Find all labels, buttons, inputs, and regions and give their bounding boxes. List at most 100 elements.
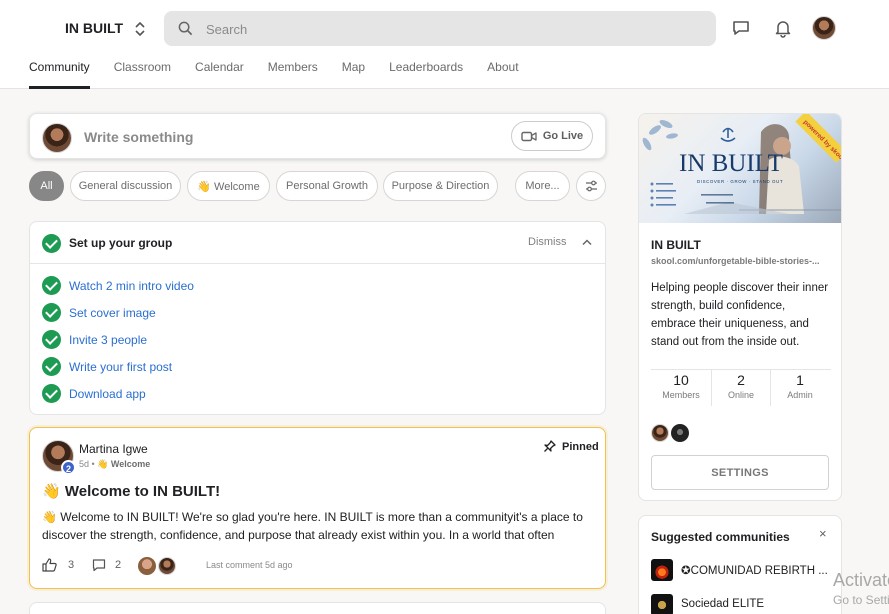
bell-icon[interactable] <box>773 18 793 38</box>
check-circle-icon <box>42 276 61 295</box>
check-circle-icon <box>42 303 61 322</box>
search-icon <box>178 21 193 36</box>
task-download-app[interactable]: Download app <box>69 387 146 401</box>
like-thumb-icon[interactable] <box>42 558 57 572</box>
chip-welcome[interactable]: 👋 Welcome <box>187 171 270 201</box>
watermark-line: Go to Settings to activate Windows. <box>833 593 889 607</box>
community-name: Sociedad ELITE <box>681 598 765 610</box>
tab-members[interactable]: Members <box>268 59 318 89</box>
post-composer[interactable]: Write something Go Live <box>29 113 606 159</box>
search-input[interactable] <box>206 17 686 41</box>
commenter-avatar[interactable] <box>138 557 156 575</box>
post-meta: 5d • 👋 Welcome <box>79 459 150 470</box>
stat-members-label: Members <box>662 390 700 400</box>
post-age: 5d <box>79 459 90 469</box>
group-description: Helping people discover their inner stre… <box>651 282 829 348</box>
post-body: 👋 Welcome to IN BUILT! We're so glad you… <box>42 508 594 544</box>
tab-calendar[interactable]: Calendar <box>195 59 244 89</box>
cover-logo-text: IN BUILT <box>679 150 783 177</box>
switch-group-chevron-icon[interactable] <box>133 20 147 38</box>
group-name[interactable]: IN BUILT <box>65 20 123 36</box>
post-body-line: discover the strength, confidence, and p… <box>42 528 555 542</box>
member-avatar[interactable] <box>651 424 669 442</box>
close-icon[interactable]: × <box>819 527 831 540</box>
last-comment-time: Last comment 5d ago <box>206 560 293 570</box>
comment-icon[interactable] <box>92 558 106 572</box>
suggested-community[interactable]: Sociedad ELITE <box>651 594 835 614</box>
setup-title: Set up your group <box>69 236 173 250</box>
chip-general-discussion[interactable]: General discussion <box>70 171 181 201</box>
post-title[interactable]: 👋 Welcome to IN BUILT! <box>42 482 220 500</box>
filter-settings-button[interactable] <box>576 171 606 201</box>
suggested-community[interactable]: ✪COMUNIDAD REBIRTH ... <box>651 559 835 581</box>
chip-personal-growth[interactable]: Personal Growth <box>276 171 378 201</box>
comment-count: 2 <box>115 559 122 571</box>
task-cover-image[interactable]: Set cover image <box>69 306 156 320</box>
composer-avatar <box>42 123 72 153</box>
dismiss-button[interactable]: Dismiss <box>528 236 567 248</box>
stat-admin-value: 1 <box>796 372 804 388</box>
group-cover-image[interactable]: IN BUILT DISCOVER · GROW · STAND OUT pow… <box>639 114 841 223</box>
check-circle-icon <box>42 384 61 403</box>
suggested-title: Suggested communities <box>651 530 790 544</box>
video-camera-icon <box>521 131 537 141</box>
like-count: 3 <box>68 559 75 571</box>
go-live-button[interactable]: Go Live <box>511 121 593 151</box>
commenter-avatar[interactable] <box>158 557 176 575</box>
stat-admin-label: Admin <box>787 390 813 400</box>
main-tabs: Community Classroom Calendar Members Map… <box>29 59 543 89</box>
top-bar: IN BUILT Community Classroom Calendar Me… <box>0 0 889 89</box>
cover-tagline: DISCOVER · GROW · STAND OUT <box>697 179 783 184</box>
group-url[interactable]: skool.com/unforgetable-bible-stories-... <box>651 256 820 266</box>
stat-admin[interactable]: 1 Admin <box>770 370 830 400</box>
tab-leaderboards[interactable]: Leaderboards <box>389 59 463 89</box>
tab-map[interactable]: Map <box>342 59 365 89</box>
cover-artwork: IN BUILT DISCOVER · GROW · STAND OUT pow… <box>642 114 841 214</box>
member-avatar[interactable] <box>671 424 689 442</box>
activate-windows-watermark: Activate Windows Go to Settings to activ… <box>833 570 889 614</box>
settings-button[interactable]: SETTINGS <box>651 455 829 490</box>
community-logo-icon <box>651 559 673 581</box>
stat-online-label: Online <box>727 390 754 400</box>
sliders-icon <box>585 180 597 192</box>
go-live-label: Go Live <box>542 130 584 142</box>
search-box[interactable] <box>164 11 716 46</box>
chat-icon[interactable] <box>731 18 751 38</box>
post-category[interactable]: 👋 Welcome <box>97 459 150 469</box>
composer-placeholder[interactable]: Write something <box>84 129 193 145</box>
tab-community[interactable]: Community <box>29 59 90 89</box>
stat-online-value: 2 <box>737 372 745 388</box>
check-circle-icon <box>42 234 61 253</box>
setup-checklist: Set up your group Dismiss Watch 2 min in… <box>29 221 606 415</box>
task-intro-video[interactable]: Watch 2 min intro video <box>69 279 194 293</box>
community-name: ✪COMUNIDAD REBIRTH ... <box>681 565 828 577</box>
watermark-line: Activate Windows <box>833 570 889 590</box>
post-footer: 3 2 Last comment 5d ago <box>42 557 602 575</box>
stat-members[interactable]: 10 Members <box>651 370 711 400</box>
group-title: IN BUILT <box>651 238 701 252</box>
tab-classroom[interactable]: Classroom <box>114 59 171 89</box>
task-invite-people[interactable]: Invite 3 people <box>69 333 147 347</box>
chip-all[interactable]: All <box>29 171 64 201</box>
pinned-indicator: Pinned <box>543 440 599 453</box>
tab-about[interactable]: About <box>487 59 518 89</box>
group-stats: 10 Members 2 Online 1 Admin <box>651 369 831 406</box>
suggested-communities: Suggested communities × ✪COMUNIDAD REBIR… <box>638 515 842 614</box>
setup-header[interactable]: Set up your group Dismiss <box>30 222 605 264</box>
next-post-card[interactable] <box>29 602 606 614</box>
task-first-post[interactable]: Write your first post <box>69 360 172 374</box>
chevron-up-icon[interactable] <box>581 238 593 246</box>
chip-more[interactable]: More... <box>515 171 570 201</box>
pinned-post[interactable]: 2 Martina Igwe 5d • 👋 Welcome Pinned 👋 W… <box>29 427 606 589</box>
check-circle-icon <box>42 357 61 376</box>
group-info-card: IN BUILT DISCOVER · GROW · STAND OUT pow… <box>638 113 842 501</box>
stat-online[interactable]: 2 Online <box>711 370 771 400</box>
level-badge: 2 <box>61 460 76 475</box>
pin-icon <box>544 440 556 452</box>
post-author[interactable]: Martina Igwe <box>79 442 148 456</box>
chip-purpose-direction[interactable]: Purpose & Direction <box>383 171 498 201</box>
user-avatar[interactable] <box>812 16 836 40</box>
check-circle-icon <box>42 330 61 349</box>
pinned-label: Pinned <box>562 440 599 453</box>
stat-members-value: 10 <box>673 372 689 388</box>
